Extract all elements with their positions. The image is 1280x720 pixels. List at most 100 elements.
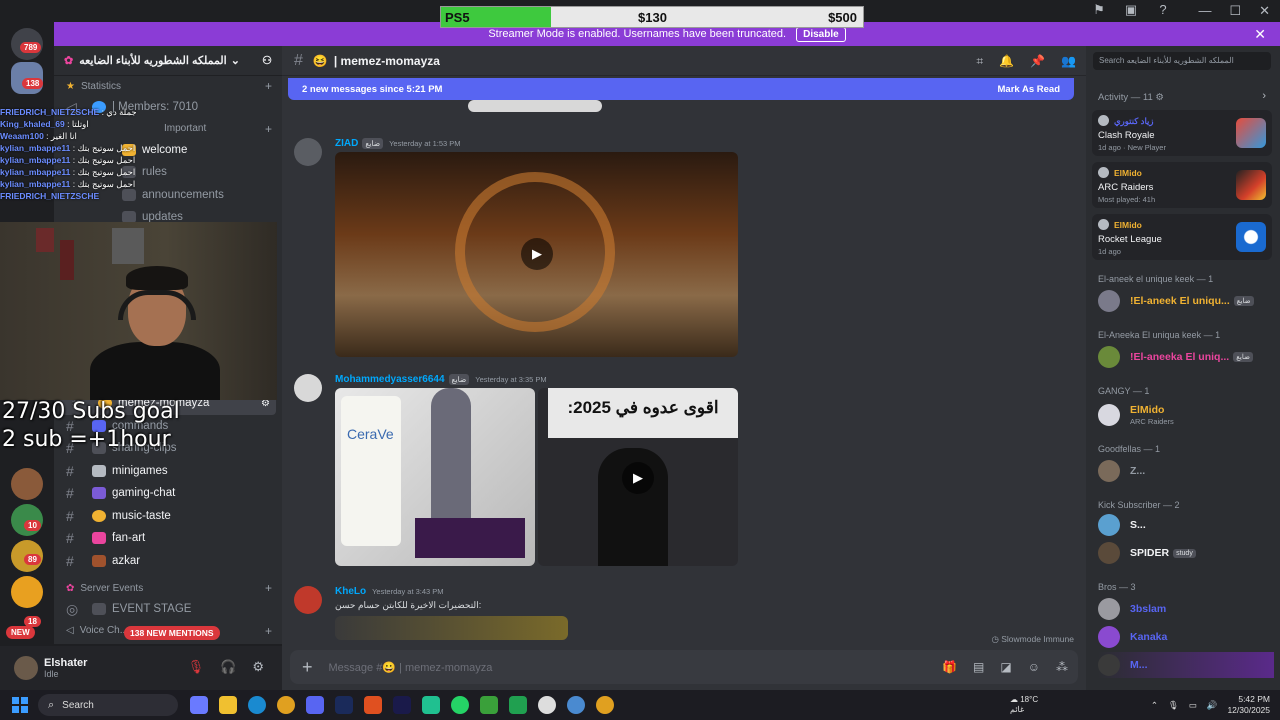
chrome-icon[interactable]	[596, 696, 614, 714]
play-icon[interactable]: ▶	[521, 238, 553, 270]
avatar[interactable]	[14, 656, 38, 680]
gif-icon[interactable]: ▤	[973, 660, 984, 674]
activity-card[interactable]: ElMido ARC Raiders Most played: 41h	[1092, 162, 1272, 208]
activity-card[interactable]: ElMido Rocket League 1d ago	[1092, 214, 1272, 260]
message-input[interactable]: Message #😀 | memez-momayza	[329, 661, 493, 674]
channel-music-taste[interactable]: # music-taste	[54, 505, 282, 528]
mark-as-read-button[interactable]: Mark As Read	[998, 84, 1060, 95]
add-channel-icon[interactable]: +	[265, 624, 272, 638]
edge-icon[interactable]	[248, 696, 266, 714]
message-author[interactable]: Mohammedyasser6644	[335, 374, 445, 385]
mute-mic-icon[interactable]: 🎙	[188, 659, 205, 675]
category-statistics[interactable]: ★ Statistics +	[54, 76, 282, 96]
server-icon[interactable]	[11, 468, 43, 500]
member-item[interactable]: 3bslam	[1098, 596, 1166, 622]
close-window-button[interactable]: ✕	[1259, 3, 1270, 19]
taskbar-search[interactable]: ⌕ Search	[38, 694, 178, 716]
minecraft-icon[interactable]	[480, 696, 498, 714]
new-messages-bar[interactable]: 2 new messages since 5:21 PM Mark As Rea…	[288, 78, 1074, 100]
avatar[interactable]	[294, 138, 322, 166]
clock[interactable]: 5:42 PM 12/30/2025	[1227, 694, 1270, 716]
apps-icon[interactable]: ⁂	[1056, 660, 1068, 674]
add-channel-icon[interactable]: +	[265, 581, 272, 595]
media-attachment[interactable]	[468, 100, 602, 112]
avatar	[1098, 167, 1109, 178]
capcut-icon[interactable]	[422, 696, 440, 714]
inbox-icon[interactable]: ⚑	[1092, 3, 1106, 17]
avatar[interactable]	[294, 374, 322, 402]
threads-icon[interactable]: ⌗	[976, 54, 983, 69]
member-item[interactable]: !El-aneeka El uniq... ضايع	[1098, 344, 1253, 370]
gear-icon[interactable]: ⚙	[1155, 92, 1164, 103]
help-icon[interactable]: ?	[1156, 3, 1170, 17]
photoshop-icon[interactable]	[335, 696, 353, 714]
image-attachment[interactable]: CeraVe	[335, 388, 535, 566]
close-banner-icon[interactable]: ✕	[1254, 26, 1266, 43]
sticker-icon[interactable]: ◪	[1000, 660, 1011, 674]
hash-icon: #	[66, 530, 74, 547]
message-composer[interactable]: + Message #😀 | memez-momayza 🎁 ▤ ◪ ☺ ⁂	[290, 650, 1078, 684]
settings-app-icon[interactable]	[567, 696, 585, 714]
chrome-icon[interactable]	[277, 696, 295, 714]
search-input[interactable]: Search المملكه الشطوريه للأبناء الضايعه	[1093, 52, 1271, 70]
network-icon[interactable]: ▭	[1189, 700, 1197, 711]
pin-icon[interactable]: 📌	[1030, 54, 1045, 69]
obs-icon[interactable]	[538, 696, 556, 714]
member-item[interactable]: M...	[1098, 652, 1274, 678]
teams-icon[interactable]	[190, 696, 208, 714]
play-icon[interactable]: ▶	[622, 462, 654, 494]
brave-icon[interactable]	[364, 696, 382, 714]
disable-streamer-button[interactable]: Disable	[796, 26, 846, 42]
notification-bell-icon[interactable]: 🔔	[999, 54, 1014, 69]
maximize-button[interactable]: ☐	[1229, 3, 1241, 19]
volume-icon[interactable]: 🔊	[1207, 700, 1218, 711]
minimize-button[interactable]: —	[1198, 3, 1211, 19]
member-item[interactable]: S...	[1098, 512, 1146, 538]
channel-event-stage[interactable]: ◎ EVENT STAGE	[54, 598, 282, 621]
member-item[interactable]: ElMido ARC Raiders	[1098, 402, 1174, 428]
members-list-icon[interactable]: 👥	[1061, 54, 1076, 69]
user-settings-icon[interactable]: ⚙	[252, 659, 264, 675]
channel-fan-art[interactable]: # fan-art	[54, 527, 282, 550]
member-item[interactable]: !El-aneek El uniqu... ضايع	[1098, 288, 1254, 314]
weather-desc: غائم	[1010, 705, 1025, 714]
channel-minigames[interactable]: # minigames	[54, 460, 282, 483]
add-friend-icon[interactable]: ⚇	[262, 54, 272, 67]
message-author[interactable]: ZIAD	[335, 138, 358, 149]
discord-icon[interactable]	[306, 696, 324, 714]
activity-card[interactable]: زياد كنتوري Clash Royale 1d ago · New Pl…	[1092, 110, 1272, 156]
message-author[interactable]: KheLo	[335, 586, 366, 597]
member-item[interactable]: Kanaka	[1098, 624, 1167, 650]
file-explorer-icon[interactable]	[219, 696, 237, 714]
gift-icon[interactable]: 🎁	[942, 660, 957, 674]
whatsapp-icon[interactable]	[451, 696, 469, 714]
headphones-icon[interactable]: 🎧	[220, 659, 236, 675]
emoji-icon[interactable]: ☺	[1028, 660, 1040, 674]
premiere-icon[interactable]	[393, 696, 411, 714]
new-mentions-pill[interactable]: 138 NEW MENTIONS	[124, 626, 220, 640]
member-item[interactable]: SPIDER study	[1098, 540, 1196, 566]
video-attachment[interactable]: اقوى عدوه في 2025: ▶	[538, 388, 738, 566]
add-channel-icon[interactable]: +	[265, 122, 272, 136]
member-item[interactable]: Z...	[1098, 458, 1145, 484]
channel-gaming-chat[interactable]: # gaming-chat	[54, 482, 282, 505]
server-icon[interactable]	[11, 576, 43, 608]
video-attachment[interactable]	[335, 616, 568, 640]
chevron-right-icon[interactable]: ›	[1262, 90, 1266, 102]
server-header[interactable]: ✿ المملكه الشطوريه للأبناء الضايعه ⌄ ⚇	[54, 46, 282, 76]
video-attachment[interactable]: ▶	[335, 152, 738, 357]
excel-icon[interactable]	[509, 696, 527, 714]
tray-chevron-icon[interactable]: ⌃	[1151, 700, 1158, 711]
category-server-events[interactable]: ✿ Server Events +	[54, 578, 282, 598]
microphone-icon[interactable]: 🎙	[1168, 700, 1179, 711]
weather-widget[interactable]: ☁ 18°C غائم	[1010, 695, 1038, 715]
chat-area: # 😆 | memez-momayza ⌗ 🔔 📌 👥 2 new messag…	[282, 46, 1086, 690]
avatar[interactable]	[294, 586, 322, 614]
screen-icon[interactable]: ▣	[1124, 3, 1138, 17]
add-channel-icon[interactable]: +	[265, 79, 272, 93]
hash-icon: #	[294, 51, 303, 69]
channel-azkar[interactable]: # azkar	[54, 550, 282, 573]
hash-icon: #	[66, 462, 74, 479]
start-button[interactable]	[12, 697, 28, 713]
attach-plus-icon[interactable]: +	[302, 657, 313, 678]
